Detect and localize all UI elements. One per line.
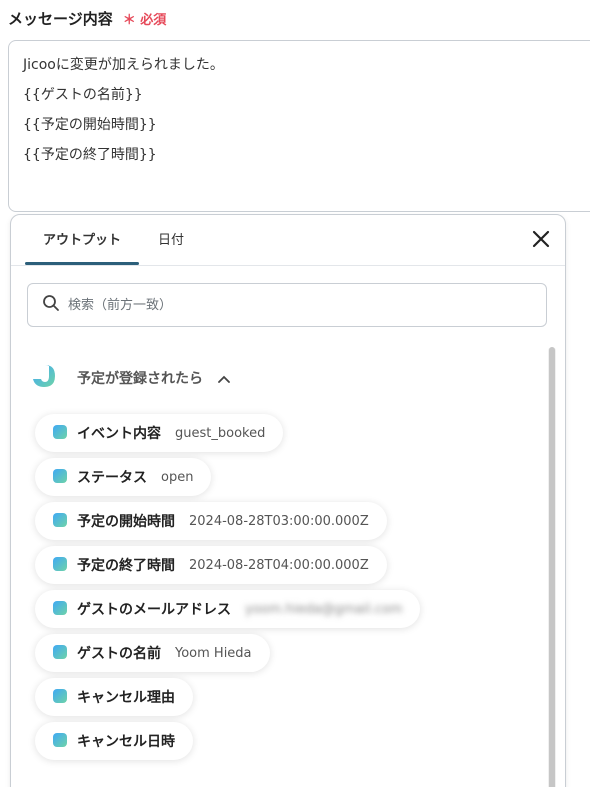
output-item-value-redacted: yoom.hieda@gmail.com (245, 601, 403, 617)
output-item[interactable]: ステータス open (35, 458, 212, 496)
jicoo-icon (53, 600, 67, 619)
search-field[interactable] (27, 283, 547, 327)
message-line: {{予定の終了時間}} (23, 147, 157, 163)
required-badge: ＊ 必須 (122, 13, 167, 28)
output-item-value: 2024-08-28T04:00:00.000Z (189, 557, 369, 573)
output-item-label: キャンセル日時 (77, 734, 175, 750)
close-icon[interactable] (531, 229, 551, 249)
jicoo-icon (53, 556, 67, 575)
search-input[interactable] (66, 296, 510, 314)
output-item[interactable]: キャンセル日時 (35, 722, 193, 760)
output-item-label: ゲストの名前 (77, 646, 161, 662)
jicoo-icon (53, 644, 67, 663)
tab-bar: アウトプット 日付 (11, 215, 565, 266)
message-line: Jicooに変更が加えられました。 (23, 57, 224, 73)
message-line: {{ゲストの名前}} (23, 87, 143, 103)
jicoo-icon (53, 512, 67, 531)
output-item-value: 2024-08-28T03:00:00.000Z (189, 513, 369, 529)
output-item[interactable]: ゲストのメールアドレス yoom.hieda@gmail.com (35, 590, 421, 628)
output-item-label: ステータス (77, 470, 147, 486)
group-title: 予定が登録されたら (77, 371, 203, 387)
output-item-label: キャンセル理由 (77, 690, 175, 706)
output-item-value: Yoom Hieda (175, 645, 252, 661)
chevron-up-icon (217, 369, 231, 388)
search-icon (42, 294, 66, 316)
output-item[interactable]: 予定の終了時間 2024-08-28T04:00:00.000Z (35, 546, 387, 584)
scrollbar-thumb[interactable] (549, 347, 555, 787)
message-textarea[interactable]: Jicooに変更が加えられました。 {{ゲストの名前}} {{予定の開始時間}}… (8, 40, 590, 212)
message-line: {{予定の開始時間}} (23, 117, 157, 133)
output-item[interactable]: イベント内容 guest_booked (35, 414, 284, 452)
output-item-label: イベント内容 (77, 426, 161, 442)
output-item[interactable]: キャンセル理由 (35, 678, 193, 716)
output-item[interactable]: ゲストの名前 Yoom Hieda (35, 634, 270, 672)
page: メッセージ内容 ＊ 必須 Jicooに変更が加えられました。 {{ゲストの名前}… (0, 0, 590, 787)
tab-output[interactable]: アウトプット (25, 215, 139, 265)
jicoo-icon (53, 468, 67, 487)
tab-date[interactable]: 日付 (151, 215, 191, 265)
field-label-text: メッセージ内容 (8, 10, 113, 28)
output-item[interactable]: 予定の開始時間 2024-08-28T03:00:00.000Z (35, 502, 387, 540)
jicoo-icon (53, 424, 67, 443)
field-label: メッセージ内容 ＊ 必須 (8, 8, 166, 29)
output-item-value: open (161, 469, 194, 485)
jicoo-app-icon (31, 363, 57, 393)
jicoo-icon (53, 732, 67, 751)
output-picker-panel: アウトプット 日付 検索（前方一致） 予定が登録されたら イベント内容 gues… (10, 214, 566, 787)
output-item-label: ゲストのメールアドレス (77, 602, 231, 618)
jicoo-icon (53, 688, 67, 707)
output-item-label: 予定の開始時間 (77, 514, 175, 530)
group-header[interactable]: 予定が登録されたら (31, 363, 231, 393)
output-item-label: 予定の終了時間 (77, 558, 175, 574)
output-item-value: guest_booked (175, 425, 266, 441)
